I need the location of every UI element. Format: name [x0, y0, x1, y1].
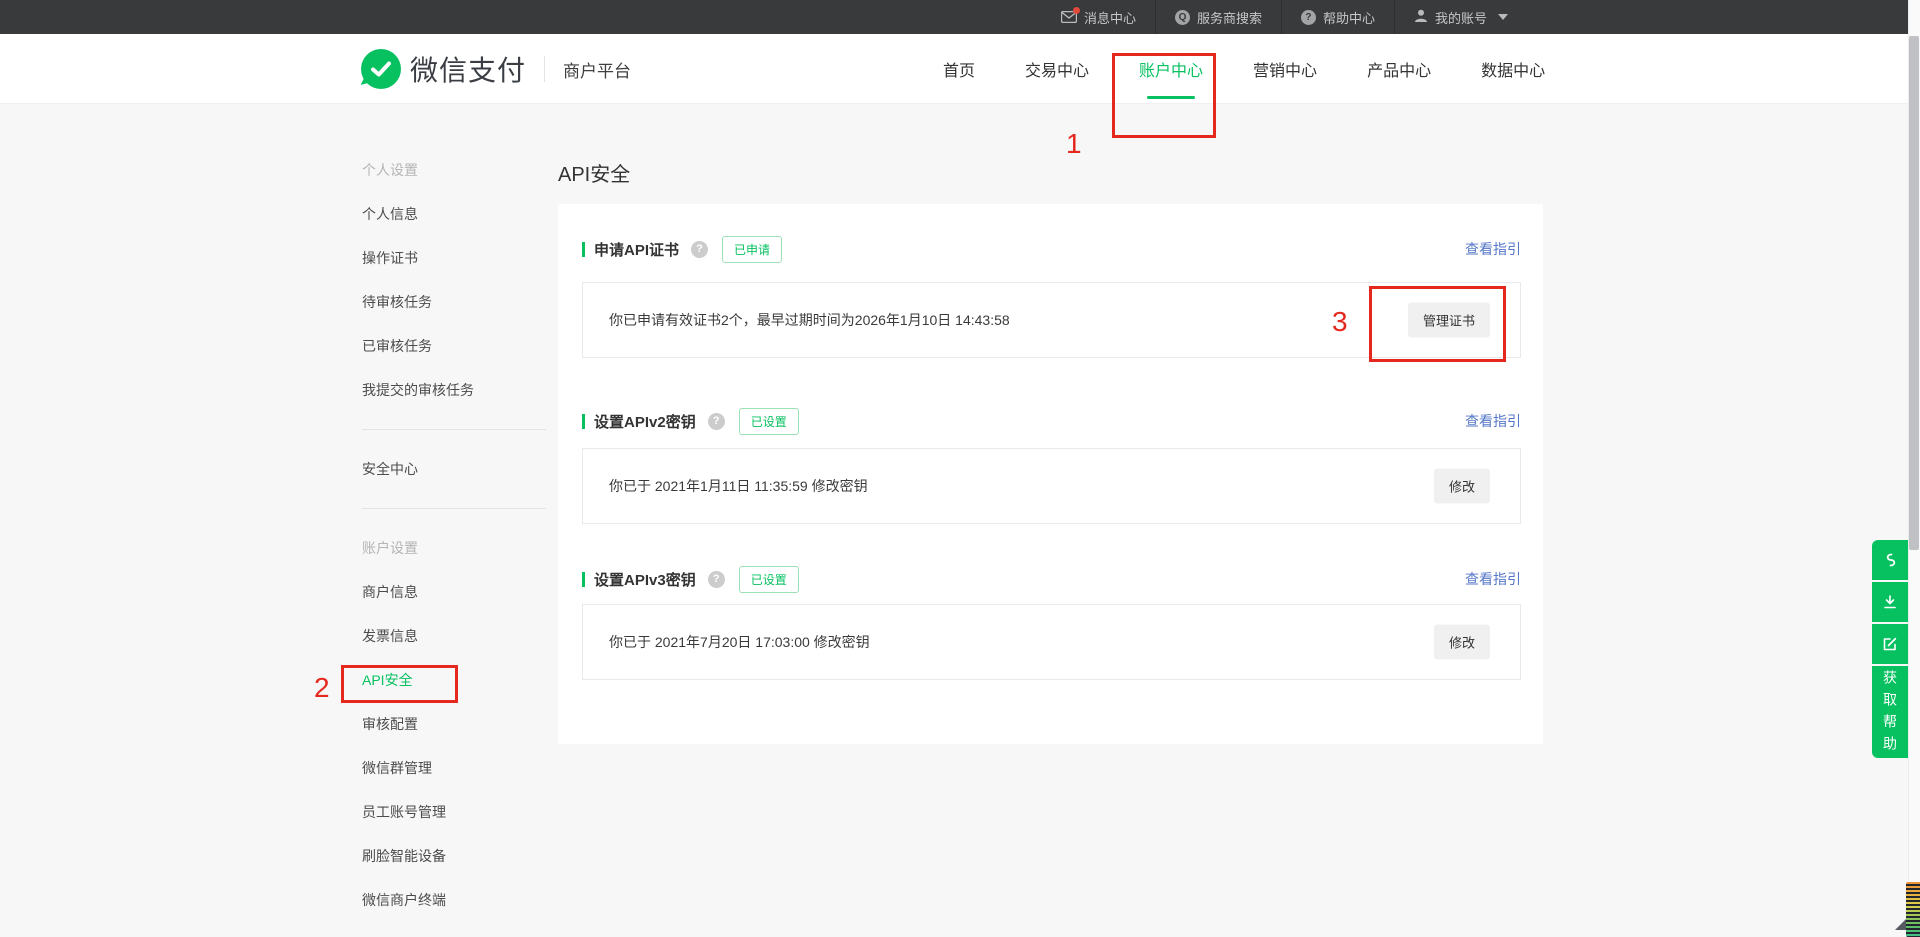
- sidebar-item-wechat-merchant-terminal[interactable]: 微信商户终端: [362, 878, 546, 922]
- apiv2-key-row: 你已于 2021年1月11日 11:35:59 修改密钥 修改: [582, 448, 1521, 524]
- topbar-cluster: 消息中心 Q 服务商搜索 ? 帮助中心 我的账号: [1042, 0, 1527, 34]
- brand-divider: [544, 56, 546, 82]
- guide-link[interactable]: 查看指引: [1465, 569, 1521, 589]
- download-icon[interactable]: [1872, 582, 1908, 622]
- topbar-item-label: 消息中心: [1083, 10, 1136, 26]
- platform-name: 商户平台: [563, 61, 632, 81]
- help-icon: ?: [1300, 9, 1316, 25]
- annotation-number-step2: 2: [314, 672, 330, 703]
- provider-search-icon: Q: [1174, 9, 1190, 25]
- guide-link[interactable]: 查看指引: [1465, 239, 1521, 259]
- chevron-down-icon: [1498, 14, 1508, 20]
- sidebar-item-invoice-info[interactable]: 发票信息: [362, 614, 546, 658]
- active-tab-underline: [1147, 96, 1196, 99]
- section-title: 设置APIv2密钥: [594, 413, 696, 431]
- topbar-item-label: 服务商搜索: [1196, 10, 1262, 26]
- section-marker-bar: [582, 413, 585, 429]
- sidebar-item-wechat-group-management[interactable]: 微信群管理: [362, 746, 546, 790]
- topbar: 消息中心 Q 服务商搜索 ? 帮助中心 我的账号: [0, 0, 1920, 34]
- sidebar-item-merchant-info[interactable]: 商户信息: [362, 570, 546, 614]
- question-icon[interactable]: ?: [707, 570, 725, 588]
- modify-apiv3-key-button[interactable]: 修改: [1433, 624, 1490, 660]
- question-icon[interactable]: ?: [691, 240, 709, 258]
- status-badge: 已申请: [722, 235, 783, 263]
- apiv3-key-row: 你已于 2021年7月20日 17:03:00 修改密钥 修改: [582, 604, 1521, 680]
- modify-apiv2-key-button[interactable]: 修改: [1433, 468, 1490, 504]
- sidebar-item-my-submitted-review-tasks[interactable]: 我提交的审核任务: [362, 368, 546, 412]
- section-title: 申请API证书: [594, 241, 680, 259]
- edit-icon[interactable]: [1872, 624, 1908, 664]
- status-badge: 已设置: [738, 407, 799, 435]
- sidebar-item-security-center[interactable]: 安全中心: [362, 447, 546, 491]
- extension-meter-widget[interactable]: [1906, 882, 1920, 937]
- status-badge: 已设置: [738, 565, 799, 593]
- sidebar-divider: [362, 429, 546, 430]
- section-marker-bar: [582, 241, 585, 257]
- nav-tab-data-center[interactable]: 数据中心: [1481, 34, 1545, 104]
- page: 消息中心 Q 服务商搜索 ? 帮助中心 我的账号 微信支付 商户平台 首页 交易…: [0, 0, 1920, 937]
- guide-link[interactable]: 查看指引: [1465, 411, 1521, 431]
- apiv3-key-status-text: 你已于 2021年7月20日 17:03:00 修改密钥: [609, 634, 870, 650]
- api-certificate-row: 你已申请有效证书2个，最早过期时间为2026年1月10日 14:43:58 管理…: [582, 282, 1521, 358]
- topbar-item-help-center[interactable]: ? 帮助中心: [1280, 0, 1394, 34]
- sidebar-item-review-config[interactable]: 审核配置: [362, 702, 546, 746]
- wechat-pay-logo-icon: [361, 49, 401, 89]
- topbar-item-messages[interactable]: 消息中心: [1042, 0, 1155, 34]
- nav-tab-account-center[interactable]: 账户中心: [1139, 34, 1203, 104]
- link-icon[interactable]: [1872, 540, 1908, 580]
- question-icon[interactable]: ?: [707, 412, 725, 430]
- header: 微信支付 商户平台 首页 交易中心 账户中心 营销中心 产品中心 数据中心: [0, 34, 1920, 104]
- manage-certificate-button[interactable]: 管理证书: [1407, 302, 1490, 338]
- annotation-number-step1: 1: [1066, 128, 1082, 159]
- topbar-item-label: 帮助中心: [1322, 10, 1375, 26]
- main-nav: 首页 交易中心 账户中心 营销中心 产品中心 数据中心: [943, 34, 1545, 104]
- section-header-apiv3-key: 设置APIv3密钥 ? 已设置 查看指引: [582, 565, 1521, 593]
- topbar-item-label: 我的账号: [1434, 10, 1487, 26]
- mail-icon: [1060, 7, 1080, 24]
- sidebar-item-reviewed-tasks[interactable]: 已审核任务: [362, 324, 546, 368]
- sidebar-item-api-security[interactable]: API安全: [362, 658, 546, 702]
- nav-tab-product-center[interactable]: 产品中心: [1367, 34, 1431, 104]
- page-title: API安全: [558, 164, 631, 186]
- notification-dot: [1072, 7, 1080, 14]
- sidebar-divider: [362, 508, 546, 509]
- api-security-card: 申请API证书 ? 已申请 查看指引 你已申请有效证书2个，最早过期时间为202…: [558, 204, 1543, 744]
- get-help-button[interactable]: 获取帮助: [1872, 666, 1908, 758]
- sidebar-item-personal-info[interactable]: 个人信息: [362, 192, 546, 236]
- sidebar-item-staff-account-management[interactable]: 员工账号管理: [362, 790, 546, 834]
- scrollbar-thumb[interactable]: [1909, 36, 1919, 550]
- topbar-item-my-account[interactable]: 我的账号: [1393, 0, 1527, 34]
- sidebar-item-pending-review-tasks[interactable]: 待审核任务: [362, 280, 546, 324]
- sidebar: 个人设置 个人信息 操作证书 待审核任务 已审核任务 我提交的审核任务 安全中心…: [362, 104, 546, 922]
- certificate-status-text: 你已申请有效证书2个，最早过期时间为2026年1月10日 14:43:58: [609, 312, 1010, 328]
- account-icon: [1414, 9, 1428, 26]
- section-marker-bar: [582, 571, 585, 587]
- sidebar-group-personal-settings: 个人设置: [362, 162, 418, 178]
- nav-tab-transaction-center[interactable]: 交易中心: [1025, 34, 1089, 104]
- section-header-api-certificate: 申请API证书 ? 已申请 查看指引: [582, 235, 1521, 263]
- sidebar-item-operation-certificate[interactable]: 操作证书: [362, 236, 546, 280]
- floating-helper-stack: 获取帮助: [1872, 540, 1908, 758]
- brand[interactable]: 微信支付 商户平台: [361, 34, 631, 104]
- apiv2-key-status-text: 你已于 2021年1月11日 11:35:59 修改密钥: [609, 478, 868, 494]
- sidebar-item-face-recognition-devices[interactable]: 刷脸智能设备: [362, 834, 546, 878]
- nav-tab-home[interactable]: 首页: [943, 34, 975, 104]
- sidebar-group-account-settings: 账户设置: [362, 540, 418, 556]
- brand-name: 微信支付: [410, 55, 527, 86]
- topbar-item-provider-search[interactable]: Q 服务商搜索: [1154, 0, 1281, 34]
- nav-tab-marketing-center[interactable]: 营销中心: [1253, 34, 1317, 104]
- section-title: 设置APIv3密钥: [594, 571, 696, 589]
- section-header-apiv2-key: 设置APIv2密钥 ? 已设置 查看指引: [582, 407, 1521, 435]
